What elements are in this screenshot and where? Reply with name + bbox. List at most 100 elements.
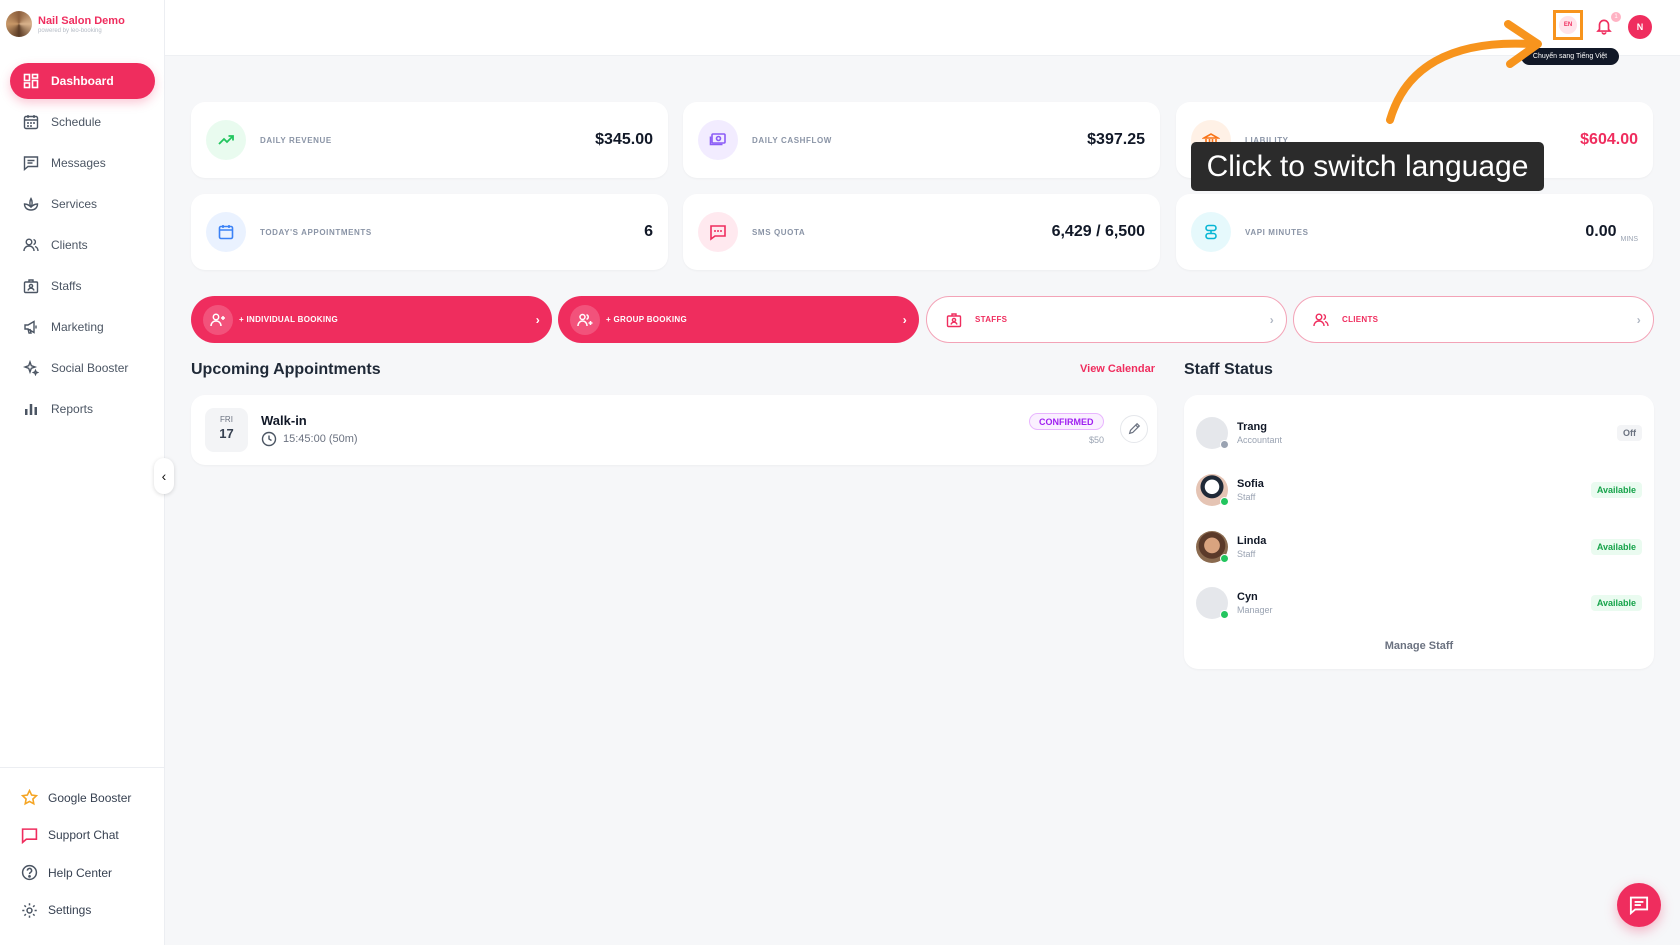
staff-row[interactable]: Linda Staff Available (1196, 527, 1642, 567)
avatar (1196, 417, 1229, 449)
sidebar-item-messages[interactable]: Messages (10, 145, 155, 181)
pointer-arrow-icon (1386, 20, 1542, 124)
stat-unit: MINS (1620, 236, 1639, 243)
staff-name: Linda (1237, 535, 1267, 547)
chevron-left-icon: ‹ (161, 468, 167, 484)
guide-tooltip: Click to switch language (1191, 142, 1544, 191)
sparkles-icon (23, 360, 39, 376)
individual-booking-button[interactable]: + INDIVIDUAL BOOKING › (191, 296, 552, 343)
chat-icon (21, 828, 38, 844)
sidebar-item-staffs[interactable]: Staffs (10, 268, 155, 304)
sidebar-item-dashboard[interactable]: Dashboard (10, 63, 155, 99)
sidebar-item-settings[interactable]: Settings (0, 892, 165, 930)
sidebar-item-marketing[interactable]: Marketing (10, 309, 155, 345)
stat-card-daily-cashflow: DAILY CASHFLOW $397.25 (683, 102, 1160, 178)
staff-role: Accountant (1237, 435, 1283, 445)
action-label: + INDIVIDUAL BOOKING (239, 315, 338, 324)
sidebar-item-schedule[interactable]: Schedule (10, 104, 155, 140)
stat-label: DAILY CASHFLOW (752, 135, 832, 145)
sidebar-item-google-booster[interactable]: Google Booster (0, 779, 165, 817)
status-badge: Available (1590, 595, 1642, 611)
sidebar-item-label: Marketing (51, 320, 104, 334)
staffs-button[interactable]: STAFFS › (926, 296, 1287, 343)
sidebar-item-label: Reports (51, 402, 94, 416)
sidebar-item-label: Services (51, 197, 98, 211)
chevron-right-icon: › (1636, 312, 1641, 327)
stat-label: TODAY'S APPOINTMENTS (260, 227, 372, 237)
chevron-right-icon: › (535, 312, 540, 327)
chat-fab-button[interactable] (1617, 883, 1661, 927)
action-label: STAFFS (975, 315, 1008, 324)
staff-row[interactable]: Cyn Manager Available (1196, 583, 1642, 623)
stat-card-sms-quota: SMS QUOTA 6,429 / 6,500 (683, 194, 1160, 270)
clock-icon (261, 431, 277, 447)
brand-name: Nail Salon Demo (38, 14, 125, 27)
sidebar-item-help-center[interactable]: Help Center (0, 854, 165, 892)
main-nav: Dashboard Schedule Messages Services Cli… (10, 63, 155, 432)
staff-row[interactable]: Trang Accountant Off (1196, 413, 1642, 453)
staff-row[interactable]: Sofia Staff Available (1196, 470, 1642, 510)
avatar (1196, 531, 1229, 563)
stat-value: $604.00 (1580, 131, 1638, 148)
calendar-icon (23, 114, 39, 130)
avatar (1196, 587, 1229, 619)
notification-badge: 1 (1610, 11, 1622, 23)
brand[interactable]: Nail Salon Demo powered by leo-booking (6, 11, 125, 37)
staff-role: Manager (1237, 605, 1273, 615)
status-badge: Off (1617, 425, 1642, 441)
language-switch-button[interactable]: EN (1553, 10, 1583, 40)
appointment-card[interactable]: FRI 17 Walk-in 15:45:00 (50m) CONFIRMED … (191, 395, 1157, 465)
sidebar-item-label: Staffs (51, 279, 82, 293)
stat-label: VAPI MINUTES (1245, 227, 1309, 237)
trending-up-icon (206, 120, 246, 160)
users-icon (1306, 305, 1336, 335)
staff-status-card: Trang Accountant Off Sofia Staff Availab… (1184, 395, 1654, 669)
gear-icon (22, 903, 37, 918)
status-badge: CONFIRMED (1029, 413, 1104, 430)
message-icon (23, 155, 39, 171)
appointment-date: FRI 17 (205, 408, 248, 452)
chevron-right-icon: › (902, 312, 907, 327)
status-dot (1220, 440, 1229, 449)
view-calendar-link[interactable]: View Calendar (1080, 363, 1155, 375)
appointment-client-name: Walk-in (261, 413, 307, 428)
stat-label: DAILY REVENUE (260, 135, 332, 145)
star-icon (21, 789, 38, 806)
user-avatar[interactable]: N (1628, 15, 1652, 39)
sidebar-item-label: Settings (48, 903, 92, 918)
manage-staff-link[interactable]: Manage Staff (1184, 640, 1654, 652)
sidebar-item-reports[interactable]: Reports (10, 391, 155, 427)
sidebar-item-support-chat[interactable]: Support Chat (0, 817, 165, 855)
language-code: EN (1559, 16, 1577, 34)
users-icon (23, 237, 39, 253)
sidebar-item-label: Google Booster (48, 790, 132, 805)
sidebar-item-clients[interactable]: Clients (10, 227, 155, 263)
dashboard-icon (23, 73, 39, 89)
staff-icon (939, 305, 969, 335)
status-dot (1220, 610, 1229, 619)
sidebar: Nail Salon Demo powered by leo-booking D… (0, 0, 165, 945)
status-dot (1220, 554, 1229, 563)
staff-name: Sofia (1237, 478, 1264, 490)
group-booking-button[interactable]: + GROUP BOOKING › (558, 296, 919, 343)
action-label: CLIENTS (1342, 315, 1379, 324)
megaphone-icon (23, 319, 39, 335)
appointment-price: $50 (1089, 435, 1105, 445)
sidebar-item-label: Support Chat (48, 828, 119, 843)
edit-appointment-button[interactable] (1120, 415, 1148, 443)
staff-name: Cyn (1237, 591, 1258, 603)
sidebar-item-label: Schedule (51, 115, 102, 129)
database-icon (1191, 212, 1231, 252)
upcoming-appointments-title: Upcoming Appointments (191, 361, 381, 378)
clients-button[interactable]: CLIENTS › (1293, 296, 1654, 343)
stat-value: 6 (644, 223, 653, 240)
add-user-icon (203, 304, 233, 335)
sidebar-item-services[interactable]: Services (10, 186, 155, 222)
bar-chart-icon (23, 401, 39, 417)
staff-status-title: Staff Status (1184, 361, 1273, 378)
sidebar-item-social-booster[interactable]: Social Booster (10, 350, 155, 386)
sidebar-collapse-button[interactable]: ‹ (154, 458, 174, 494)
bottom-nav: Google Booster Support Chat Help Center … (0, 767, 165, 929)
stat-value: $397.25 (1087, 131, 1145, 148)
status-badge: Available (1590, 539, 1642, 555)
